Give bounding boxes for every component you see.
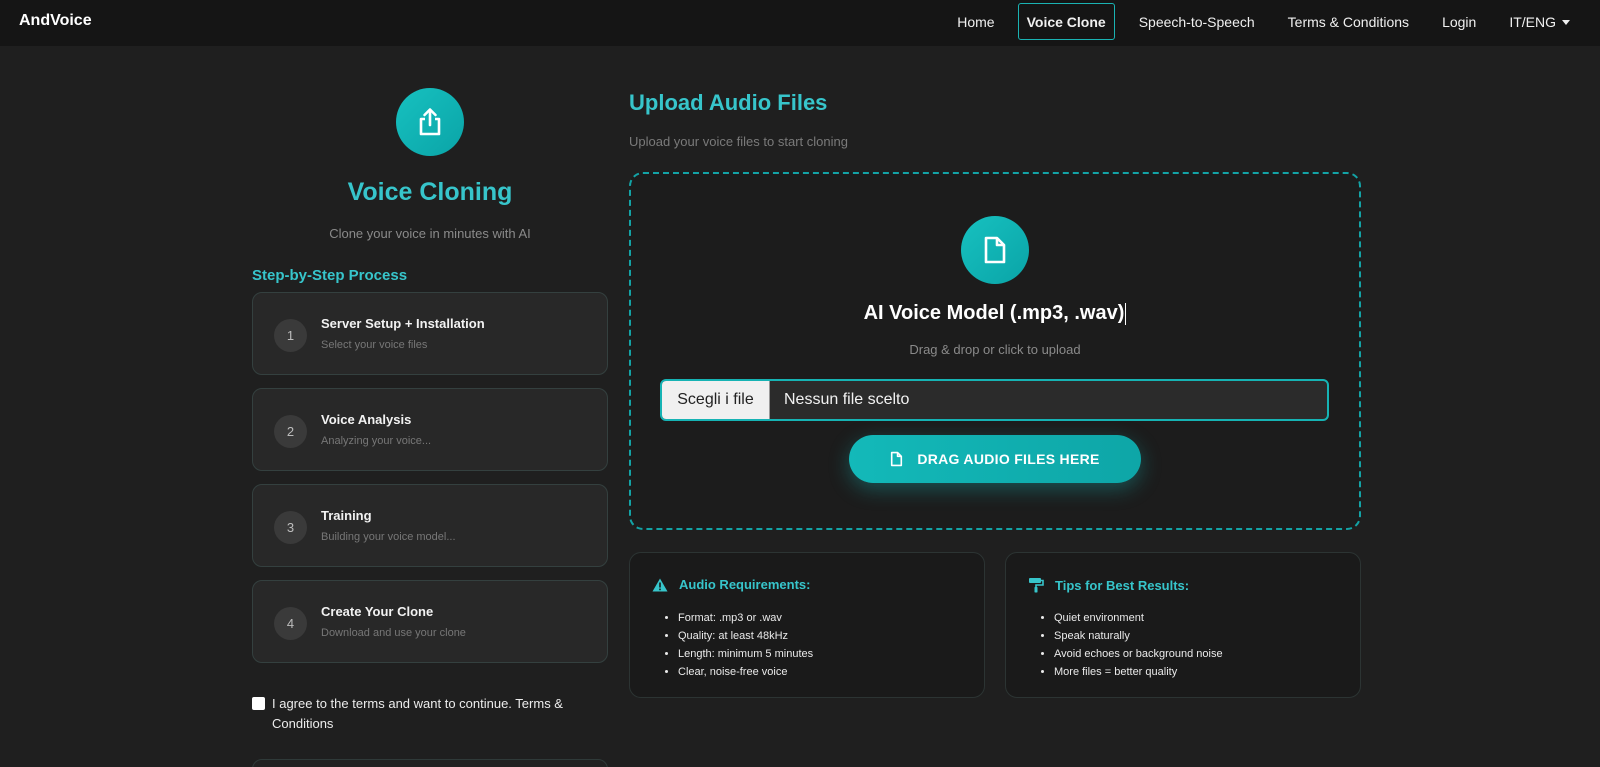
upload-title: Upload Audio Files <box>629 90 828 115</box>
nav-speech-to-speech[interactable]: Speech-to-Speech <box>1123 3 1271 40</box>
step-description: Building your voice model... <box>321 531 456 543</box>
share-upload-icon <box>396 88 464 156</box>
nav-home[interactable]: Home <box>941 3 1010 40</box>
step-title: Training <box>321 508 372 523</box>
step-number: 2 <box>274 415 307 448</box>
language-label: IT/ENG <box>1509 14 1556 30</box>
tips-card: Tips for Best Results: Quiet environment… <box>1005 552 1361 698</box>
upload-dropzone[interactable]: AI Voice Model (.mp3, .wav) Drag & drop … <box>629 172 1361 530</box>
navbar: AndVoice Home Voice Clone Speech-to-Spee… <box>0 0 1600 46</box>
file-icon <box>891 451 903 467</box>
language-dropdown[interactable]: IT/ENG <box>1493 3 1586 40</box>
steps-heading: Step-by-Step Process <box>252 267 408 284</box>
terms-checkbox[interactable] <box>252 697 265 710</box>
audio-requirements-card: Audio Requirements: Format: .mp3 or .wav… <box>629 552 985 698</box>
tips-title: Tips for Best Results: <box>1055 577 1190 593</box>
drag-audio-label: DRAG AUDIO FILES HERE <box>917 451 1100 467</box>
step-card-1: 1 Server Setup + Installation Select you… <box>252 292 608 375</box>
file-status: Nessun file scelto <box>784 391 910 408</box>
tips-list: Quiet environment Speak naturally Avoid … <box>1054 609 1223 681</box>
dropzone-title: AI Voice Model (.mp3, .wav) <box>631 302 1359 325</box>
step-title: Server Setup + Installation <box>321 316 485 331</box>
dropzone-title-text: AI Voice Model (.mp3, .wav) <box>863 302 1125 324</box>
list-item: More files = better quality <box>1054 663 1223 681</box>
step-number: 3 <box>274 511 307 544</box>
step-description: Select your voice files <box>321 339 428 351</box>
page-subtitle: Clone your voice in minutes with AI <box>329 226 531 241</box>
step-card-3: 3 Training Building your voice model... <box>252 484 608 567</box>
list-item: Quiet environment <box>1054 609 1223 627</box>
requirements-heading: Audio Requirements: <box>652 577 810 592</box>
list-item: Quality: at least 48kHz <box>678 627 813 645</box>
step-description: Analyzing your voice... <box>321 435 432 447</box>
list-item: Speak naturally <box>1054 627 1223 645</box>
list-item: Format: .mp3 or .wav <box>678 609 813 627</box>
requirements-list: Format: .mp3 or .wav Quality: at least 4… <box>678 609 813 681</box>
tips-heading: Tips for Best Results: <box>1028 577 1189 593</box>
step-description: Download and use your clone <box>321 627 466 639</box>
list-item: Length: minimum 5 minutes <box>678 645 813 663</box>
page-title: Voice Cloning <box>347 178 513 206</box>
step-number: 1 <box>274 319 307 352</box>
text-cursor <box>1125 302 1127 325</box>
nav-login[interactable]: Login <box>1426 3 1492 40</box>
bottom-card <box>252 759 608 767</box>
drag-audio-button[interactable]: DRAG AUDIO FILES HERE <box>849 435 1141 483</box>
terms-agreement: I agree to the terms and want to continu… <box>252 694 608 734</box>
nav-voice-clone[interactable]: Voice Clone <box>1017 3 1115 40</box>
brand-logo[interactable]: AndVoice <box>19 12 92 30</box>
list-item: Avoid echoes or background noise <box>1054 645 1223 663</box>
step-title: Voice Analysis <box>321 412 412 427</box>
step-card-2: 2 Voice Analysis Analyzing your voice... <box>252 388 608 471</box>
caret-down-icon <box>1562 19 1570 25</box>
choose-files-button[interactable]: Scegli i file <box>662 381 770 419</box>
dropzone-hint: Drag & drop or click to upload <box>909 342 1081 357</box>
list-item: Clear, noise-free voice <box>678 663 813 681</box>
warning-icon <box>652 578 668 591</box>
requirements-title: Audio Requirements: <box>679 577 811 592</box>
terms-agreement-label[interactable]: I agree to the terms and want to continu… <box>272 694 602 734</box>
file-icon <box>961 216 1029 284</box>
paint-roller-icon <box>1029 578 1044 593</box>
step-number: 4 <box>274 607 307 640</box>
upload-subtitle: Upload your voice files to start cloning <box>629 134 848 149</box>
file-input[interactable]: Scegli i file Nessun file scelto <box>660 379 1329 421</box>
step-title: Create Your Clone <box>321 604 434 619</box>
nav-terms[interactable]: Terms & Conditions <box>1272 3 1425 40</box>
step-card-4: 4 Create Your Clone Download and use you… <box>252 580 608 663</box>
nav-links: Home Voice Clone Speech-to-Speech Terms … <box>940 3 1586 40</box>
